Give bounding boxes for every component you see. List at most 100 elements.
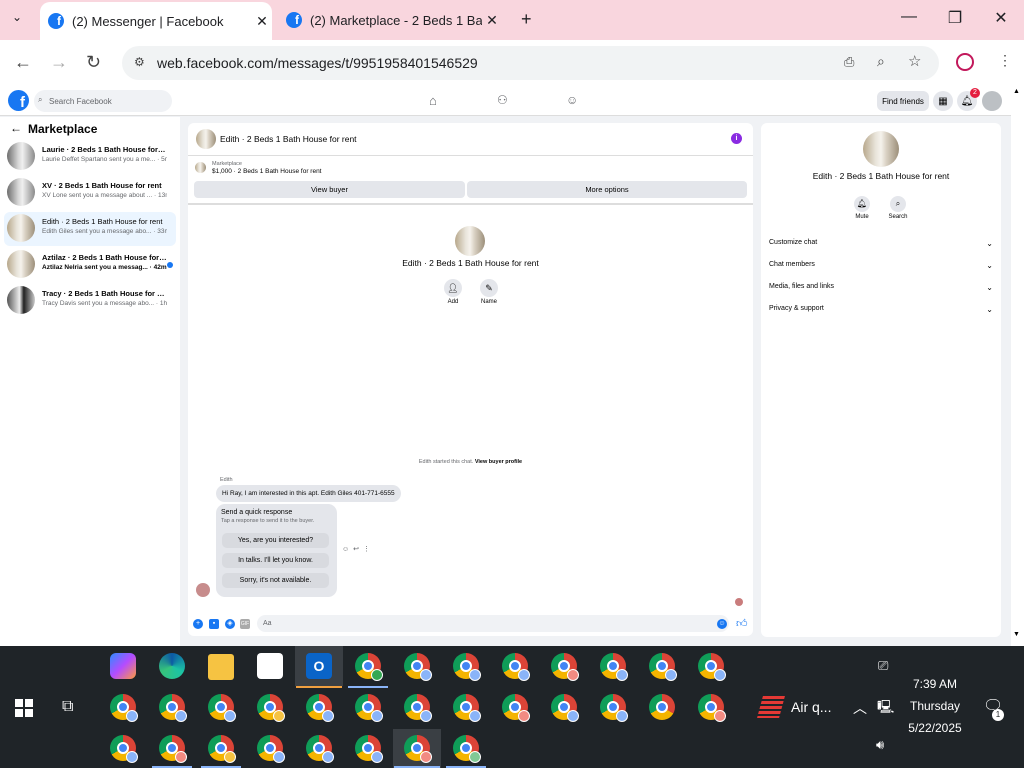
restore-icon[interactable]: ❐ (935, 8, 975, 28)
chrome-icon[interactable] (404, 735, 432, 763)
more-options-button[interactable]: More options (467, 181, 747, 198)
emoji-icon[interactable]: ☺ (717, 619, 727, 629)
conversation-item[interactable]: Edith · 2 Beds 1 Bath House for rent Edi… (4, 212, 176, 246)
reply-icon[interactable]: ↩ (353, 546, 363, 553)
info-icon[interactable]: i (731, 133, 742, 144)
clock-date[interactable]: 5/22/2025 (900, 721, 970, 735)
conversation-item[interactable]: Aztilaz · 2 Beds 1 Bath House for ... Az… (4, 248, 176, 282)
scroll-up-icon[interactable]: ▲ (1013, 88, 1020, 95)
chrome-icon[interactable] (453, 653, 481, 681)
chat-avatar[interactable] (196, 129, 216, 149)
sticker-icon[interactable]: ◈ (225, 619, 235, 629)
mute-button[interactable]: 🔔︎ Mute (847, 196, 877, 220)
name-chat-button[interactable]: ✎ Name (474, 279, 504, 305)
quick-response-button[interactable]: Sorry, it's not available. (222, 573, 329, 588)
chrome-icon[interactable] (404, 653, 432, 681)
chrome-icon[interactable] (502, 694, 530, 722)
tab-list-chevron-icon[interactable]: ⌄ (12, 10, 22, 24)
chrome-icon[interactable] (110, 694, 138, 722)
react-icon[interactable]: ☺ (342, 546, 353, 553)
tab-marketplace[interactable]: f (2) Marketplace - 2 Beds 1 Bath House … (278, 0, 510, 40)
volume-icon[interactable]: 🔊︎ (876, 737, 884, 753)
image-icon[interactable]: ▪ (209, 619, 219, 629)
chrome-icon[interactable] (453, 694, 481, 722)
chrome-icon[interactable] (404, 694, 432, 722)
minimize-icon[interactable]: — (889, 8, 929, 26)
task-view-icon[interactable]: ⧉ (62, 698, 73, 716)
start-icon[interactable] (15, 699, 33, 717)
menu-kebab-icon[interactable]: ⋮ (998, 52, 1012, 69)
weather-icon[interactable] (757, 696, 785, 718)
weather-text[interactable]: Air q... (791, 699, 831, 715)
chrome-icon[interactable] (208, 735, 236, 763)
chrome-icon[interactable] (159, 735, 187, 763)
like-icon[interactable]: 👍︎ (736, 617, 748, 630)
chrome-icon[interactable] (355, 694, 383, 722)
back-icon[interactable]: ← (14, 52, 32, 73)
customize-chat-section[interactable]: Customize chat ⌄ (769, 239, 993, 253)
quick-response-button[interactable]: In talks. I'll let you know. (222, 553, 329, 568)
gif-icon[interactable]: GIF (240, 619, 250, 629)
copilot-icon[interactable] (110, 653, 136, 679)
message-input[interactable]: Aa (257, 615, 729, 632)
view-buyer-profile-link[interactable]: View buyer profile (475, 459, 522, 465)
chrome-icon[interactable] (649, 694, 675, 720)
friends-icon[interactable]: ⚇ (497, 93, 508, 107)
meet-now-icon[interactable]: ⎚ (878, 658, 888, 674)
plus-icon[interactable]: + (193, 619, 203, 629)
page-scrollbar[interactable]: ▲ ▼ (1011, 86, 1024, 646)
file-explorer-icon[interactable] (208, 654, 234, 680)
menu-grid-icon[interactable]: ▦ (933, 91, 953, 111)
profile-icon[interactable] (956, 53, 974, 71)
chrome-icon[interactable] (698, 653, 726, 681)
new-tab-icon[interactable]: + (521, 9, 532, 30)
clock-time[interactable]: 7:39 AM (900, 677, 970, 691)
zoom-icon[interactable]: ⌕ (877, 53, 885, 70)
privacy-support-section[interactable]: Privacy & support ⌄ (769, 305, 993, 319)
conversation-item[interactable]: Tracy · 2 Beds 1 Bath House for rent Tra… (4, 284, 176, 318)
chrome-icon[interactable] (551, 653, 579, 681)
scroll-down-icon[interactable]: ▼ (1013, 631, 1020, 638)
home-icon[interactable]: ⌂ (429, 93, 437, 108)
search-button[interactable]: ⌕ Search (883, 196, 913, 220)
media-files-links-section[interactable]: Media, files and links ⌄ (769, 283, 993, 297)
outlook-icon[interactable]: O (306, 653, 332, 679)
reload-icon[interactable]: ↻ (86, 52, 101, 73)
store-icon[interactable] (257, 653, 283, 679)
quick-response-button[interactable]: Yes, are you interested? (222, 533, 329, 548)
find-friends-button[interactable]: Find friends (877, 91, 929, 111)
tab-messenger[interactable]: f (2) Messenger | Facebook ✕ (40, 2, 272, 40)
conversation-item[interactable]: Laurie · 2 Beds 1 Bath House for rent La… (4, 140, 176, 174)
chrome-icon[interactable] (208, 694, 236, 722)
edge-icon[interactable] (159, 653, 185, 679)
chat-members-section[interactable]: Chat members ⌄ (769, 261, 993, 275)
chrome-icon[interactable] (110, 735, 138, 763)
account-avatar[interactable] (982, 91, 1002, 111)
window-close-icon[interactable]: ✕ (981, 8, 1021, 28)
clock-day[interactable]: Thursday (900, 699, 970, 713)
conversation-item[interactable]: XV · 2 Beds 1 Bath House for rent XV Lon… (4, 176, 176, 210)
chrome-icon[interactable] (306, 694, 334, 722)
chrome-icon[interactable] (355, 735, 383, 763)
chrome-icon[interactable] (306, 735, 334, 763)
more-icon[interactable]: ⋮ (363, 546, 374, 553)
chrome-icon[interactable] (551, 694, 579, 722)
bookmark-star-icon[interactable]: ☆ (908, 52, 921, 70)
chrome-icon[interactable] (600, 694, 628, 722)
search-input[interactable]: ⌕ Search Facebook (34, 90, 172, 112)
close-icon[interactable]: ✕ (482, 12, 502, 29)
chrome-icon[interactable] (355, 653, 383, 681)
chrome-icon[interactable] (453, 735, 481, 763)
chrome-icon[interactable] (257, 694, 285, 722)
add-people-button[interactable]: 👤︎ Add (438, 279, 468, 305)
forward-icon[interactable]: → (50, 52, 68, 73)
chrome-icon[interactable] (649, 653, 677, 681)
show-hidden-icons[interactable]: ︿ (853, 698, 867, 718)
install-app-icon[interactable]: ⎙ (844, 54, 854, 70)
network-icon[interactable]: 🖳︎ (877, 698, 894, 720)
groups-icon[interactable]: ☺ (566, 93, 578, 107)
chrome-icon[interactable] (159, 694, 187, 722)
listing-description[interactable]: $1,000 · 2 Beds 1 Bath House for rent (212, 168, 321, 175)
close-icon[interactable]: ✕ (252, 13, 272, 30)
chrome-icon[interactable] (502, 653, 530, 681)
